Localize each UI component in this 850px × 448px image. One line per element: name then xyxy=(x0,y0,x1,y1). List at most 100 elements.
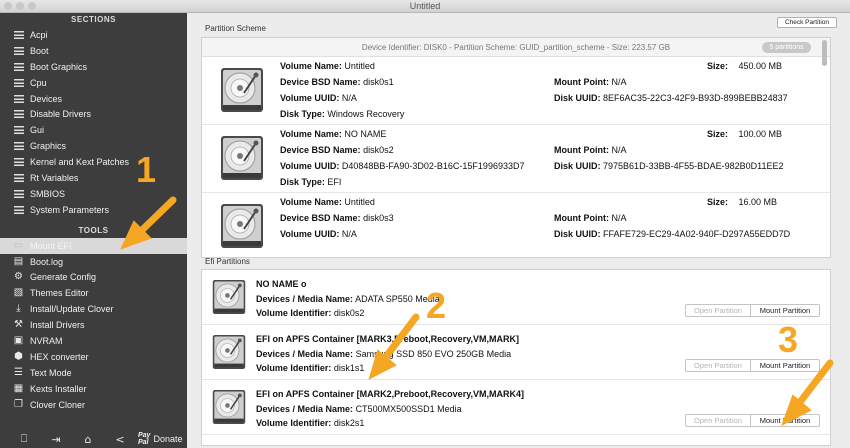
sidebar-section-gui[interactable]: Gui xyxy=(0,122,187,138)
sidebar: SECTIONS Acpi Boot Boot Graphics Cpu Devices… xyxy=(0,13,187,448)
efi-partition-row[interactable]: EFI on APFS Container [MARK3,Preboot,Rec… xyxy=(202,325,830,380)
list-icon xyxy=(13,109,24,119)
efi-partitions-panel[interactable]: NO NAME o Devices / Media Name: ADATA SP5… xyxy=(201,269,831,446)
sidebar-tool-boot-log[interactable]: ▤ Boot.log xyxy=(0,254,187,270)
sidebar-section-boot[interactable]: Boot xyxy=(0,43,187,59)
sidebar-tool-install-drivers[interactable]: ⚒ Install Drivers xyxy=(0,317,187,333)
sidebar-item-label: Clover Cloner xyxy=(30,399,86,410)
device-bsd-name: Device BSD Name: disk0s2 xyxy=(280,145,394,155)
paypal-icon: Pay Pal xyxy=(138,432,151,446)
sidebar-tool-generate-config[interactable]: ⚙ Generate Config xyxy=(0,269,187,285)
annotation-number-2: 2 xyxy=(426,285,447,326)
mount-partition-button[interactable]: Mount Partition xyxy=(751,359,820,372)
sidebar-section-smbios[interactable]: SMBIOS xyxy=(0,186,187,202)
list-icon xyxy=(13,141,24,151)
disk-type: Disk Type: Windows Recovery xyxy=(280,109,405,119)
volume-name: Volume Name: Untitled xyxy=(280,197,375,207)
sidebar-section-rt-variables[interactable]: Rt Variables xyxy=(0,170,187,186)
sidebar-item-label: Cpu xyxy=(30,77,47,88)
list-icon xyxy=(13,62,24,72)
open-partition-button[interactable]: Open Partition xyxy=(685,414,751,427)
open-partition-button[interactable]: Open Partition xyxy=(685,304,751,317)
volume-uuid: Volume UUID: N/A xyxy=(280,93,357,103)
sidebar-toolbar: ⎕ ⇥ ⌂ < Pay Pal Donate xyxy=(0,430,187,448)
settings-icon: ⚙ xyxy=(14,271,23,283)
efi-partition-title: NO NAME o xyxy=(256,279,307,289)
main-content: Partition Scheme Check Partition Device … xyxy=(187,13,850,448)
open-file-icon[interactable]: ⎕ xyxy=(8,432,40,446)
list-icon xyxy=(13,205,24,215)
volume-uuid: Volume UUID: N/A xyxy=(280,229,357,239)
copy-icon: ❐ xyxy=(14,398,23,410)
hard-disk-icon xyxy=(220,67,264,113)
sidebar-tool-themes-editor[interactable]: ▧ Themes Editor xyxy=(0,285,187,301)
sidebar-item-label: Devices xyxy=(30,93,63,104)
mount-partition-button[interactable]: Mount Partition xyxy=(751,304,820,317)
efi-volume-identifier: Volume Identifier: disk1s1 xyxy=(256,363,365,373)
sidebar-section-graphics[interactable]: Graphics xyxy=(0,138,187,154)
volume-name: Volume Name: Untitled xyxy=(280,61,375,71)
sidebar-item-label: Kexts Installer xyxy=(30,383,87,394)
volume-size: Size: 450.00 MB xyxy=(707,61,783,71)
sidebar-tool-hex-converter[interactable]: ⬢ HEX converter xyxy=(0,349,187,365)
sidebar-item-label: Text Mode xyxy=(30,367,72,378)
sidebar-tool-kexts-installer[interactable]: ▦ Kexts Installer xyxy=(0,381,187,397)
mount-partition-button[interactable]: Mount Partition xyxy=(751,414,820,427)
sidebar-item-label: Gui xyxy=(30,125,45,136)
sidebar-section-system-parameters[interactable]: System Parameters xyxy=(0,202,187,218)
sidebar-tool-mount-efi[interactable]: ▭ Mount EFI xyxy=(0,237,187,254)
import-icon[interactable]: ⇥ xyxy=(40,433,72,446)
sidebar-item-label: Mount EFI xyxy=(30,240,72,251)
sidebar-tool-text-mode[interactable]: ☰ Text Mode xyxy=(0,365,187,381)
list-icon xyxy=(13,125,24,135)
efi-partition-title: EFI on APFS Container [MARK3,Preboot,Rec… xyxy=(256,334,520,344)
efi-partitions-label: Efi Partitions xyxy=(205,257,250,266)
minimize-window-icon[interactable] xyxy=(16,2,24,10)
sidebar-item-label: Install/Update Clover xyxy=(30,304,114,315)
sidebar-section-devices[interactable]: Devices xyxy=(0,91,187,107)
sidebar-section-boot-graphics[interactable]: Boot Graphics xyxy=(0,59,187,75)
efi-partition-title: EFI on APFS Container [MARK2,Preboot,Rec… xyxy=(256,389,525,399)
list-icon xyxy=(13,157,24,167)
volume-row[interactable]: Volume Name: Untitled Size: 16.00 MB Devic… xyxy=(202,193,830,257)
download-icon: ⤓ xyxy=(16,303,21,315)
volume-row[interactable]: Volume Name: Untitled Size: 450.00 MB Devi… xyxy=(202,57,830,125)
sidebar-section-acpi[interactable]: Acpi xyxy=(0,27,187,43)
efi-partition-row[interactable]: NO NAME o Devices / Media Name: ADATA SP5… xyxy=(202,270,830,325)
text-icon: ☰ xyxy=(14,366,23,378)
sidebar-item-label: Kernel and Kext Patches xyxy=(30,157,130,168)
efi-media-name: Devices / Media Name: CT500MX500SSD1 Med… xyxy=(256,404,462,414)
sections-list: Acpi Boot Boot Graphics Cpu Devices Disable D… xyxy=(0,27,187,218)
zoom-window-icon[interactable] xyxy=(28,2,36,10)
list-icon xyxy=(13,46,24,56)
sidebar-section-disable-drivers[interactable]: Disable Drivers xyxy=(0,106,187,122)
efi-media-name: Devices / Media Name: Samsung SSD 850 EV… xyxy=(256,349,512,359)
close-window-icon[interactable] xyxy=(4,2,12,10)
share-icon[interactable]: < xyxy=(104,433,136,446)
open-partition-button[interactable]: Open Partition xyxy=(685,359,751,372)
efi-volume-identifier: Volume Identifier: disk2s1 xyxy=(256,418,365,428)
donate-button[interactable]: Pay Pal Donate xyxy=(138,432,183,446)
donate-label: Donate xyxy=(153,434,183,444)
sidebar-item-label: Graphics xyxy=(30,141,67,152)
sidebar-section-kernel-and-kext-patches[interactable]: Kernel and Kext Patches xyxy=(0,154,187,170)
window-controls[interactable] xyxy=(4,2,36,10)
image-icon: ▧ xyxy=(13,287,24,299)
list-icon xyxy=(13,78,24,88)
efi-media-name: Devices / Media Name: ADATA SP550 Media xyxy=(256,294,440,304)
disk-uuid: Disk UUID: 7975B61D-33BB-4F55-BDAE-982B0… xyxy=(554,161,784,171)
sidebar-section-cpu[interactable]: Cpu xyxy=(0,75,187,91)
sidebar-item-label: Themes Editor xyxy=(30,288,89,299)
device-identifier-text: Device Identifier: DISK0 - Partition Sch… xyxy=(361,43,671,52)
sidebar-tool-nvram[interactable]: ▣ NVRAM xyxy=(0,333,187,349)
sidebar-tool-install-update-clover[interactable]: ⤓ Install/Update Clover xyxy=(0,301,187,317)
sidebar-tool-clover-cloner[interactable]: ❐ Clover Cloner xyxy=(0,397,187,413)
volume-uuid: Volume UUID: D40848BB-FA90-3D02-B16C-15F… xyxy=(280,161,525,171)
partition-scheme-panel[interactable]: Device Identifier: DISK0 - Partition Sch… xyxy=(201,37,831,258)
efi-partition-row[interactable]: EFI on APFS Container [MARK2,Preboot,Rec… xyxy=(202,380,830,435)
volume-row[interactable]: Volume Name: NO NAME Size: 100.00 MB Devic… xyxy=(202,125,830,193)
sidebar-item-label: Install Drivers xyxy=(30,320,85,331)
sidebar-item-label: Boot Graphics xyxy=(30,61,88,72)
check-partition-button[interactable]: Check Partition xyxy=(777,17,837,28)
home-icon[interactable]: ⌂ xyxy=(72,433,104,446)
